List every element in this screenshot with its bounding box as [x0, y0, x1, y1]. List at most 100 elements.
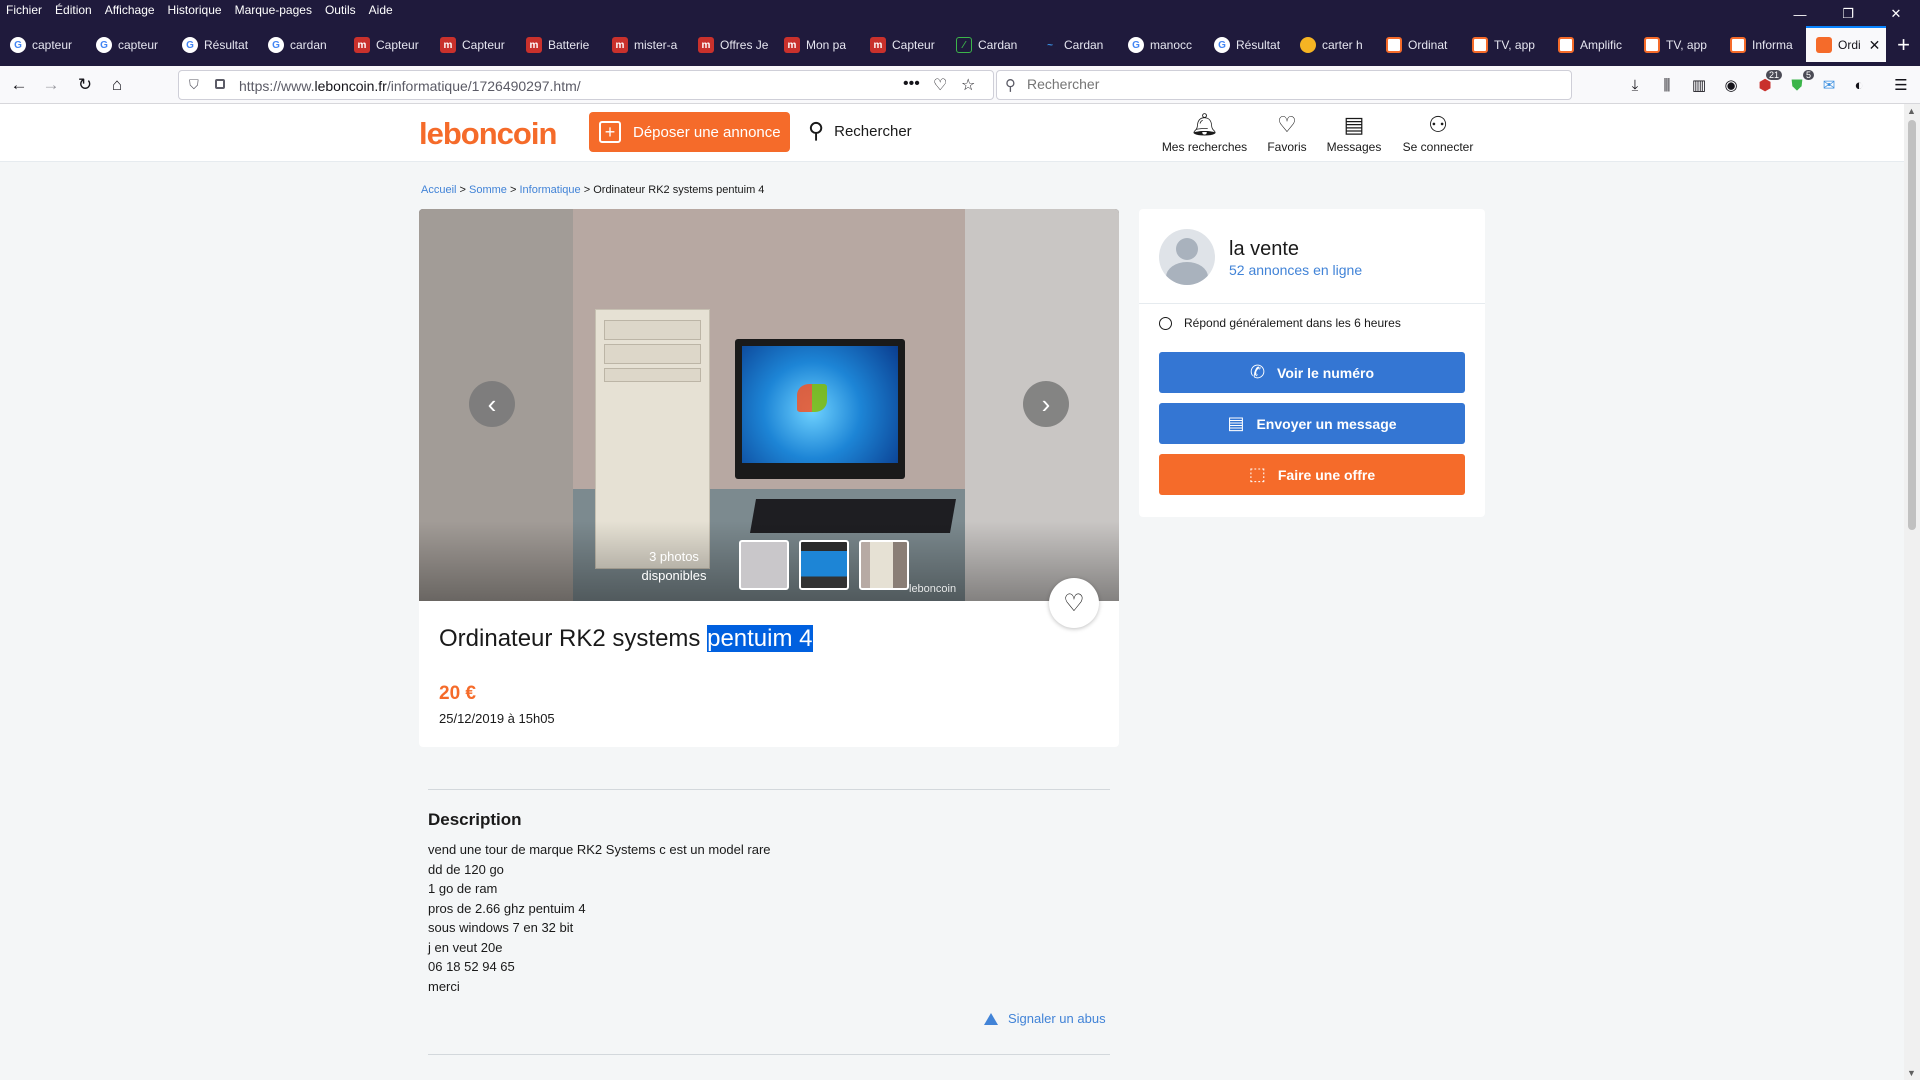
tab-16[interactable]: carter h [1290, 30, 1376, 60]
tab-close-icon[interactable]: ✕ [1869, 37, 1881, 54]
downloads-button[interactable]: ⤓ [1624, 74, 1646, 96]
leboncoin-logo[interactable]: leboncoin [419, 116, 557, 152]
green-site-icon: ⁄ [956, 37, 972, 53]
scroll-down-icon[interactable]: ▼ [1907, 1068, 1916, 1078]
google-icon: G [268, 37, 284, 53]
tab-2[interactable]: Gcapteur [86, 30, 172, 60]
tab-active[interactable]: Ordi ✕ [1806, 26, 1886, 62]
previous-photo-button[interactable]: ‹ [469, 381, 515, 427]
tab-20[interactable]: TV, app [1634, 30, 1720, 60]
sidebar-button[interactable]: ▥ [1688, 74, 1710, 96]
reload-button[interactable]: ↻ [74, 74, 96, 96]
breadcrumb-informatique[interactable]: Informatique [520, 184, 581, 196]
make-offer-button[interactable]: ⬚ Faire une offre [1159, 454, 1465, 495]
header-search-button[interactable]: ⚲ Rechercher [808, 118, 912, 144]
tab-6[interactable]: m Capteur [430, 30, 516, 60]
forward-button[interactable]: → [40, 74, 62, 96]
page-scrollbar[interactable]: ▲ ▼ [1904, 104, 1920, 1080]
save-favorite-button[interactable]: ♡ [1049, 578, 1099, 628]
show-phone-button[interactable]: ✆ Voir le numéro [1159, 352, 1465, 393]
thumbnail-3[interactable] [859, 540, 909, 590]
report-abuse-link[interactable]: Signaler un abus [984, 1011, 1106, 1026]
send-message-button[interactable]: ▤ Envoyer un message [1159, 403, 1465, 444]
scroll-up-icon[interactable]: ▲ [1907, 106, 1916, 116]
photo-gallery[interactable]: ‹ › 3 photos disponibles leboncoin [419, 209, 1119, 601]
tab-10[interactable]: m Mon pa [774, 30, 860, 60]
tab-14[interactable]: Gmanocc [1118, 30, 1204, 60]
thumbnail-2[interactable] [799, 540, 849, 590]
menu-aide[interactable]: Aide [369, 3, 393, 17]
page-actions-icon[interactable]: ••• [903, 75, 920, 93]
menu-fichier[interactable]: Fichier [6, 3, 42, 17]
breadcrumb-accueil[interactable]: Accueil [421, 184, 456, 196]
avatar[interactable] [1159, 229, 1215, 285]
tab-17[interactable]: Ordinat [1376, 30, 1462, 60]
se-connecter-button[interactable]: ⚇ Se connecter [1396, 110, 1480, 154]
tracking-shield-icon[interactable]: ⛉ [189, 77, 199, 93]
menu-edition[interactable]: Édition [55, 3, 92, 17]
tab-18[interactable]: TV, app [1462, 30, 1548, 60]
leboncoin-icon [1472, 37, 1488, 53]
thumbnail-1[interactable] [739, 540, 789, 590]
seller-ads-link[interactable]: 52 annonces en ligne [1229, 262, 1362, 278]
tab-8[interactable]: m mister-a [602, 30, 688, 60]
url-text[interactable]: https://www.leboncoin.fr/informatique/17… [239, 78, 581, 94]
back-button[interactable]: ← [8, 74, 30, 96]
google-icon: G [1128, 37, 1144, 53]
breadcrumb: Accueil > Somme > Informatique > Ordinat… [421, 184, 765, 196]
menu-affichage[interactable]: Affichage [105, 3, 155, 17]
address-bar[interactable]: ⛉ https://www.leboncoin.fr/informatique/… [178, 70, 994, 100]
tab-19[interactable]: Amplific [1548, 30, 1634, 60]
new-tab-button[interactable]: + [1897, 34, 1910, 56]
next-photo-button[interactable]: › [1023, 381, 1069, 427]
translate-button[interactable]: ✉ [1818, 74, 1840, 96]
messages-button[interactable]: ▤ Messages [1322, 110, 1386, 154]
google-icon: G [1214, 37, 1230, 53]
pocket-icon[interactable]: ♡ [933, 75, 947, 95]
tab-21[interactable]: Informa [1720, 30, 1806, 60]
ad-date: 25/12/2019 à 15h05 [439, 711, 555, 726]
reload-icon: ↻ [77, 75, 93, 94]
favoris-button[interactable]: ♡ Favoris [1262, 110, 1312, 154]
seller-name[interactable]: la vente [1229, 238, 1299, 261]
home-button[interactable]: ⌂ [106, 74, 128, 96]
mister-auto-icon: m [440, 37, 456, 53]
tab-4[interactable]: Gcardan [258, 30, 344, 60]
library-button[interactable]: ⫼ [1656, 74, 1678, 96]
tab-13[interactable]: ~ Cardan [1032, 30, 1118, 60]
navigation-toolbar: ← → ↻ ⌂ ⛉ https://www.leboncoin.fr/infor… [0, 66, 1920, 104]
tab-7[interactable]: m Batterie [516, 30, 602, 60]
app-menu-button[interactable]: ☰ [1890, 74, 1912, 96]
mister-auto-icon: m [784, 37, 800, 53]
search-bar[interactable]: ⚲ [996, 70, 1572, 100]
menu-outils[interactable]: Outils [325, 3, 356, 17]
tab-11[interactable]: m Capteur [860, 30, 946, 60]
description-body: vend une tour de marque RK2 Systems c es… [428, 842, 771, 994]
menu-historique[interactable]: Historique [168, 3, 222, 17]
bookmark-star-icon[interactable]: ☆ [961, 75, 975, 95]
arrow-left-icon: ← [10, 75, 28, 94]
scrollbar-thumb[interactable] [1908, 120, 1916, 530]
tab-15[interactable]: G Résultat [1204, 30, 1290, 60]
deposer-annonce-button[interactable]: + Déposer une annonce [589, 112, 790, 152]
account-button[interactable]: ◉ [1720, 74, 1742, 96]
tab-12[interactable]: ⁄ Cardan [946, 30, 1032, 60]
breadcrumb-somme[interactable]: Somme [469, 184, 507, 196]
watermark: leboncoin [909, 583, 957, 595]
mister-auto-icon: m [698, 37, 714, 53]
mes-recherches-button[interactable]: 🔔︎ Mes recherches [1157, 110, 1252, 154]
mister-auto-icon: m [870, 37, 886, 53]
menu-marque-pages[interactable]: Marque-pages [235, 3, 312, 17]
shield-extension-button[interactable]: ⛊ 5 [1786, 70, 1814, 96]
bell-icon: 🔔︎ [1190, 112, 1219, 137]
search-input[interactable] [1027, 76, 1547, 92]
ublock-button[interactable]: ⬢ 21 [1754, 70, 1782, 96]
extension-button[interactable]: ◐ [1848, 74, 1870, 96]
reply-time: Répond généralement dans les 6 heures [1159, 316, 1401, 330]
lock-icon[interactable] [215, 79, 225, 89]
tab-1[interactable]: Gcapteur [0, 30, 86, 60]
tab-9[interactable]: m Offres Je [688, 30, 774, 60]
mister-auto-icon: m [354, 37, 370, 53]
tab-5[interactable]: m Capteur [344, 30, 430, 60]
tab-3[interactable]: G Résultat [172, 30, 258, 60]
